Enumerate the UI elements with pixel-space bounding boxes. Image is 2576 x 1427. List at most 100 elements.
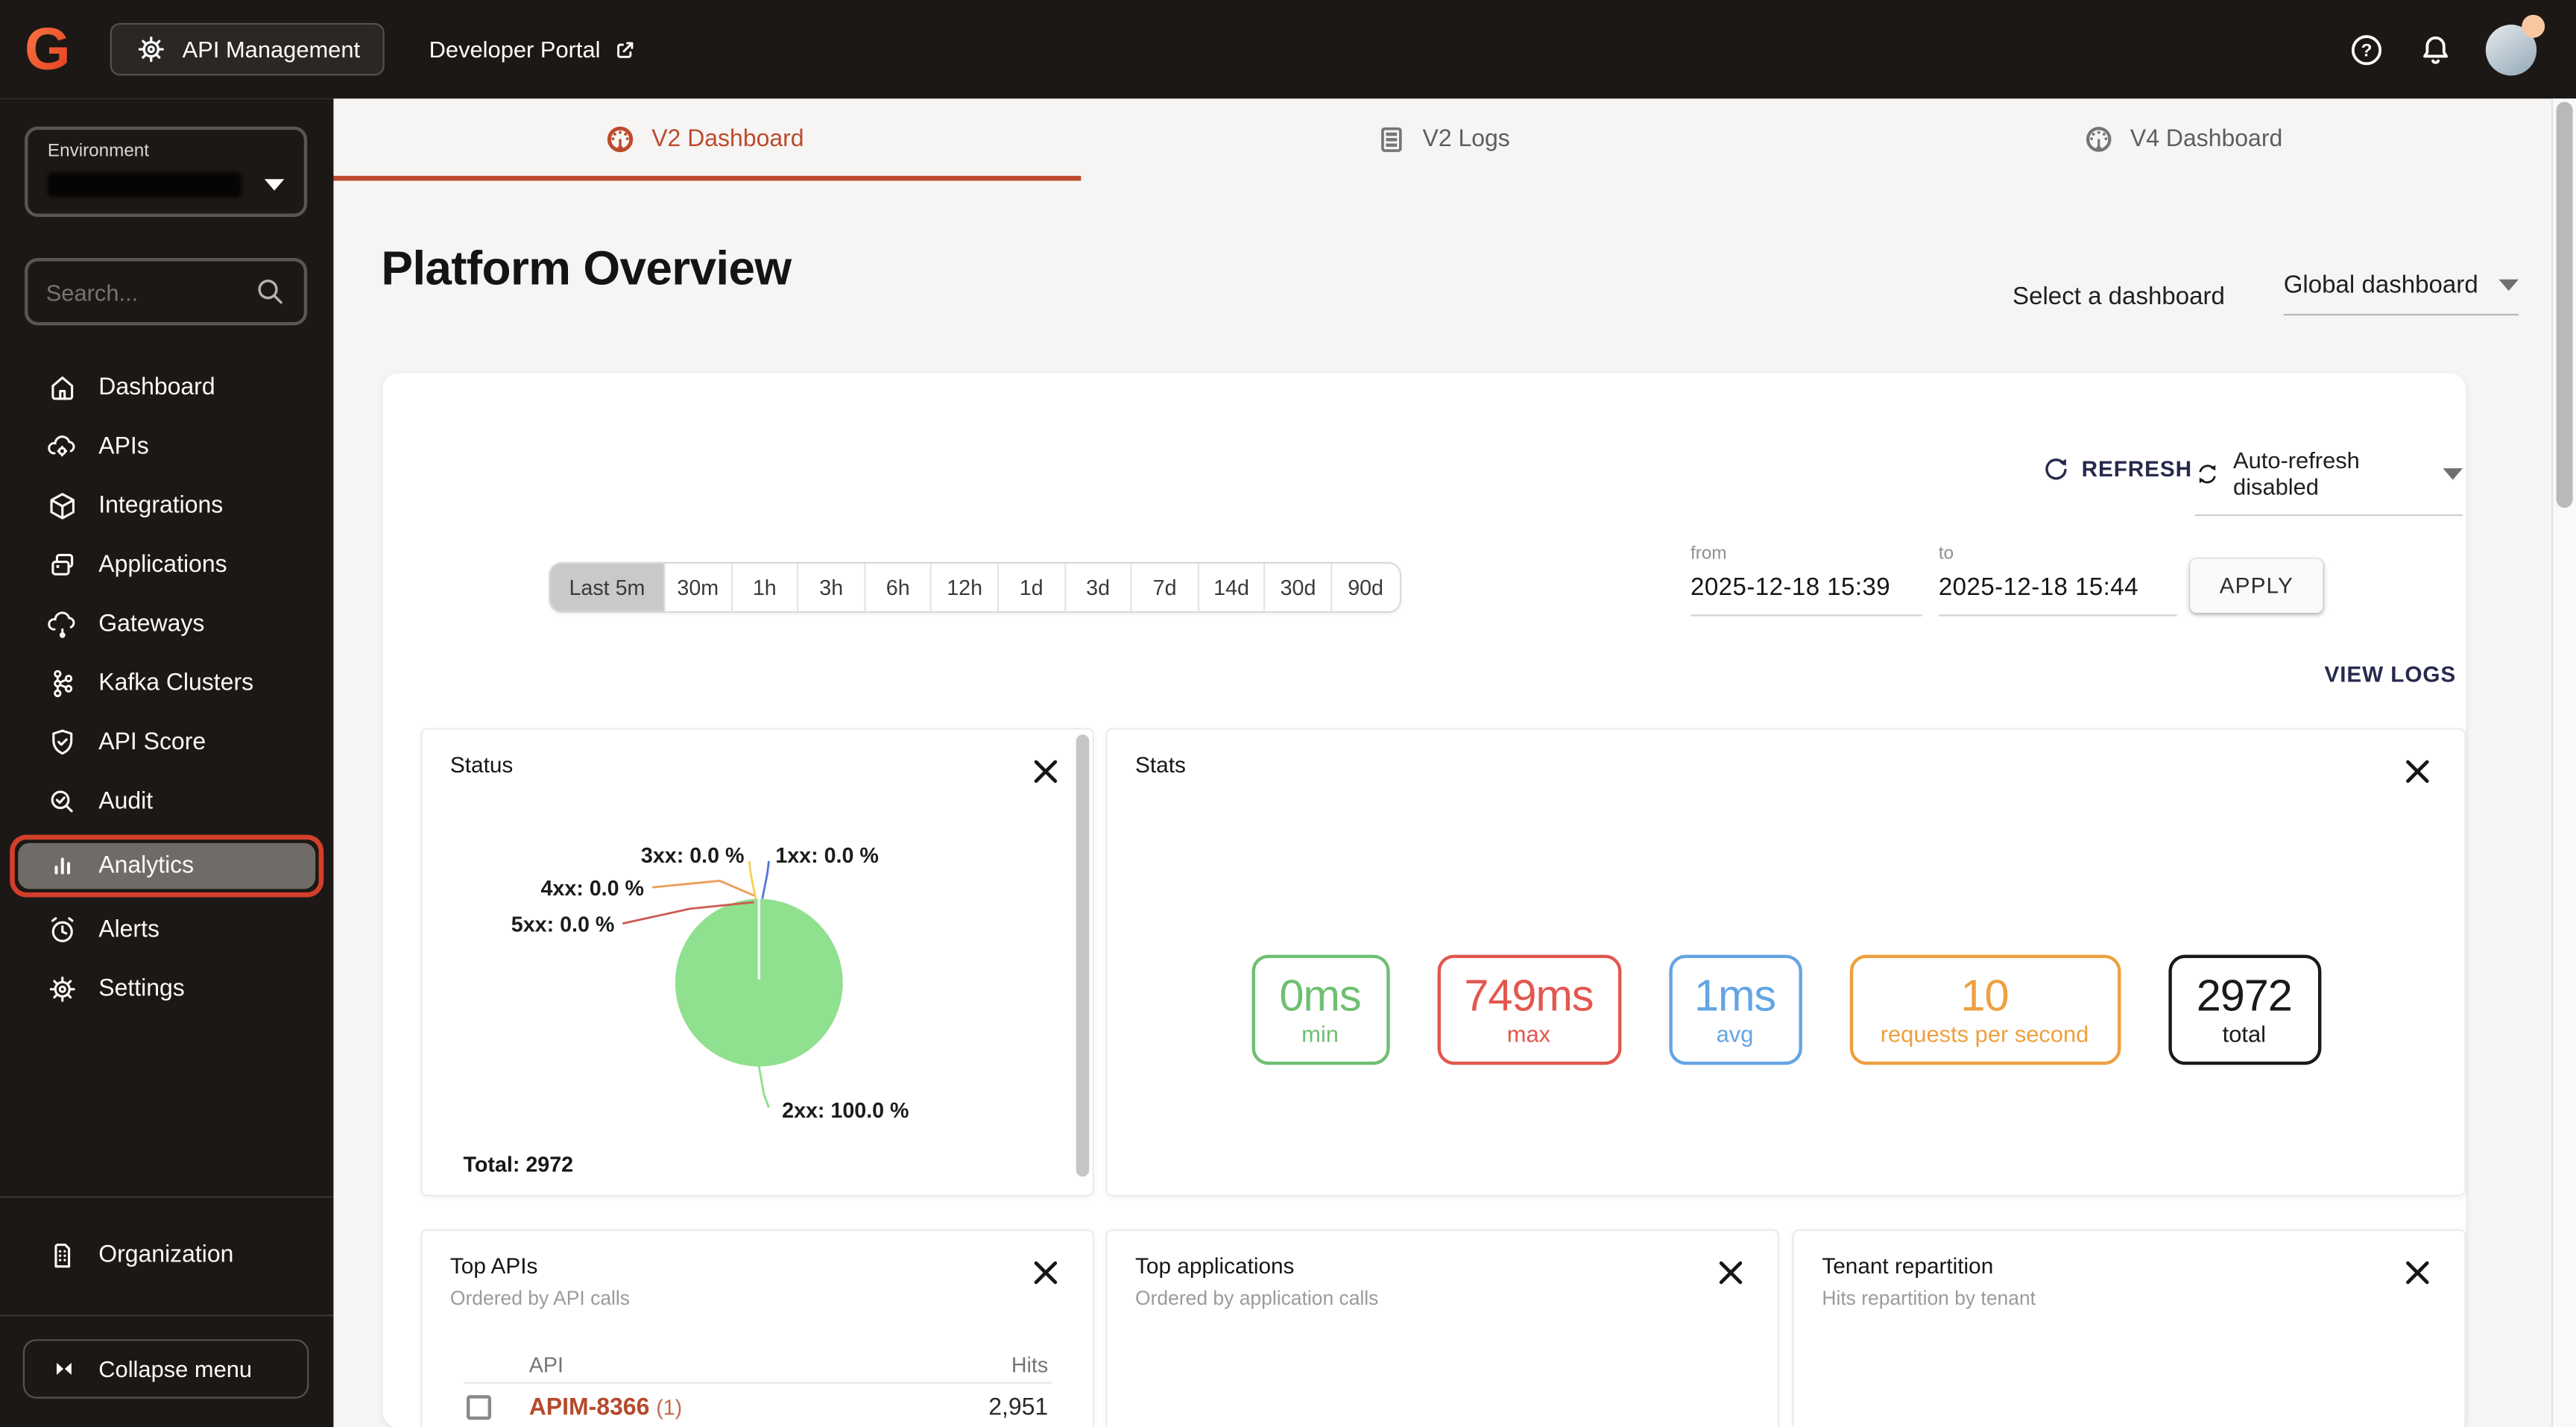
tab-v2-logs[interactable]: V2 Logs [1073, 98, 1812, 180]
bar-chart-icon [54, 857, 71, 875]
status-pie-chart: 3xx: 0.0 % 1xx: 0.0 % 4xx: 0.0 % 5xx: 0.… [511, 844, 909, 1123]
pie-label-3xx: 3xx: 0.0 % [641, 844, 745, 868]
shield-check-icon [52, 729, 73, 755]
chevron-down-icon [2498, 279, 2519, 292]
refresh-icon [2045, 459, 2067, 480]
environment-select[interactable]: Environment [25, 126, 308, 217]
page-title: Platform Overview [381, 243, 792, 296]
stat-value: 10 [1960, 971, 2010, 1021]
sidebar-item-label: API Score [98, 729, 206, 756]
apply-button[interactable]: APPLY [2190, 558, 2323, 614]
sidebar-item-label: Analytics [98, 852, 195, 880]
time-range-3d[interactable]: 3d [1065, 564, 1132, 611]
sidebar-item-label: Alerts [98, 916, 160, 944]
sidebar-item-apis[interactable]: APIs [0, 418, 333, 476]
user-avatar[interactable] [2485, 13, 2545, 75]
developer-portal-link[interactable]: Developer Portal [429, 36, 639, 63]
time-range-7d[interactable]: 7d [1132, 564, 1199, 611]
close-icon[interactable] [2404, 757, 2431, 785]
notifications-bell-icon[interactable] [2416, 31, 2455, 69]
help-icon[interactable]: ? [2348, 31, 2386, 69]
top-applications-widget: Top applications Ordered by application … [1105, 1229, 1780, 1427]
environment-label: Environment [47, 141, 150, 162]
refresh-button[interactable]: REFRESH [2042, 456, 2192, 483]
widget-title: Top APIs [449, 1253, 538, 1279]
gauge-icon [2086, 126, 2111, 151]
time-range-3h[interactable]: 3h [799, 564, 866, 611]
api-link[interactable]: APIM-8366 (1) [529, 1395, 682, 1421]
avatar-status-badge [2522, 13, 2545, 37]
widget-title: Status [449, 752, 514, 778]
time-range-6h[interactable]: 6h [865, 564, 932, 611]
tab-v4-dashboard[interactable]: V4 Dashboard [1812, 98, 2551, 180]
cloud-gear-icon [48, 435, 75, 457]
logs-icon [1380, 127, 1402, 152]
svg-text:?: ? [2361, 40, 2373, 60]
time-range-30m[interactable]: 30m [666, 564, 733, 611]
scrollbar-thumb[interactable] [2556, 101, 2573, 508]
organization-building-icon [54, 1244, 71, 1268]
time-range-90d[interactable]: 90d [1332, 564, 1398, 611]
stat-rps: 10 requests per second [1849, 954, 2121, 1065]
time-range-1d[interactable]: 1d [999, 564, 1066, 611]
time-range-last-5m[interactable]: Last 5m [550, 564, 666, 611]
chevron-down-icon [264, 179, 285, 191]
widget-scrollbar[interactable] [1076, 734, 1090, 1190]
close-icon[interactable] [1032, 1259, 1059, 1286]
stat-min: 0ms min [1251, 954, 1389, 1065]
time-range-30d[interactable]: 30d [1266, 564, 1333, 611]
tab-bar: V2 Dashboard V2 Logs V4 Dashboard [333, 98, 2551, 181]
sidebar-item-label: Settings [98, 976, 185, 1003]
column-header-api: API [528, 1352, 564, 1378]
page-scrollbar[interactable] [2551, 98, 2576, 1427]
table-divider [463, 1382, 1052, 1384]
tab-v2-dashboard[interactable]: V2 Dashboard [333, 98, 1073, 180]
sidebar-item-label: Gateways [98, 611, 205, 638]
sidebar-item-dashboard[interactable]: Dashboard [0, 358, 333, 417]
home-icon [51, 377, 74, 400]
leader-line-4xx [651, 879, 755, 897]
sidebar-item-api-score[interactable]: API Score [0, 714, 333, 772]
sidebar-item-label: APIs [98, 433, 149, 461]
sidebar-item-settings[interactable]: Settings [0, 960, 333, 1018]
cube-icon [50, 493, 75, 520]
sidebar-item-alerts[interactable]: Alerts [0, 901, 333, 960]
search-input[interactable] [45, 278, 255, 305]
developer-portal-label: Developer Portal [429, 36, 601, 63]
sidebar-item-gateways[interactable]: Gateways [0, 595, 333, 654]
app-switcher-api-management[interactable]: API Management [110, 22, 385, 76]
row-checkbox[interactable] [466, 1395, 492, 1420]
sidebar-item-audit[interactable]: Audit [0, 772, 333, 831]
collapse-menu-button[interactable]: Collapse menu [22, 1339, 309, 1399]
pie-label-2xx: 2xx: 100.0 % [782, 1099, 909, 1123]
tab-label: V2 Logs [1422, 126, 1510, 153]
external-link-icon [618, 41, 634, 57]
sidebar-item-integrations[interactable]: Integrations [0, 476, 333, 535]
sidebar-item-kafka-clusters[interactable]: Kafka Clusters [0, 654, 333, 713]
scrollbar-thumb[interactable] [1076, 734, 1090, 1176]
sidebar-item-organization[interactable]: Organization [0, 1226, 333, 1285]
sidebar-item-applications[interactable]: Applications [0, 536, 333, 595]
environment-value-redacted [47, 172, 242, 198]
collapse-menu-label: Collapse menu [98, 1355, 253, 1382]
time-range-1h[interactable]: 1h [732, 564, 799, 611]
sidebar-item-label: Applications [98, 552, 227, 579]
leader-line-1xx [761, 860, 770, 899]
analytics-highlight-annotation: Analytics [10, 834, 324, 898]
date-from-field[interactable]: from 2025-12-18 15:39 [1690, 544, 1922, 617]
time-range-14d[interactable]: 14d [1199, 564, 1266, 611]
view-logs-link[interactable]: VIEW LOGS [2325, 662, 2457, 687]
close-icon[interactable] [2404, 1259, 2431, 1286]
sidebar-item-analytics[interactable]: Analytics [18, 842, 316, 889]
pie-label-1xx: 1xx: 0.0 % [775, 844, 879, 868]
auto-refresh-select[interactable]: Auto-refresh disabled [2194, 447, 2463, 517]
dashboard-select[interactable]: Global dashboard [2283, 271, 2519, 316]
stat-label: min [1301, 1020, 1339, 1047]
close-icon[interactable] [1032, 757, 1059, 785]
sidebar-item-label: Kafka Clusters [98, 670, 254, 697]
tab-label: V4 Dashboard [2130, 126, 2283, 153]
close-icon[interactable] [1717, 1259, 1744, 1286]
tab-label: V2 Dashboard [651, 126, 804, 153]
time-range-12h[interactable]: 12h [932, 564, 1000, 611]
date-to-field[interactable]: to 2025-12-18 15:44 [1938, 544, 2177, 617]
